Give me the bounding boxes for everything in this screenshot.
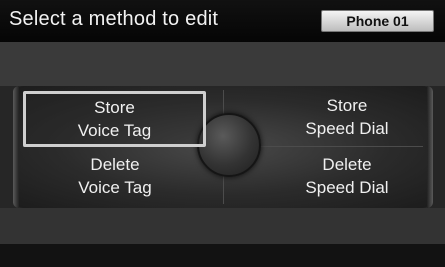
option-label-line2: Voice Tag — [77, 121, 152, 140]
top-band — [0, 42, 445, 86]
option-label-line1: Store — [94, 98, 135, 117]
selector-knob-icon[interactable] — [197, 113, 261, 177]
store-voice-tag-button[interactable]: Store Voice Tag — [23, 91, 206, 147]
bottom-strip — [0, 244, 445, 267]
option-label-line1: Delete — [90, 155, 140, 174]
page-title: Select a method to edit — [9, 8, 219, 30]
panel-left-edge — [13, 86, 19, 208]
phone-badge: Phone 01 — [321, 10, 434, 32]
option-label-line1: Store — [326, 96, 368, 115]
option-label-line2: Voice Tag — [78, 178, 152, 197]
delete-voice-tag-button[interactable]: Delete Voice Tag — [30, 150, 200, 202]
header-bar: Select a method to edit Phone 01 — [0, 0, 445, 42]
phone-edit-screen: Select a method to edit Phone 01 Store V… — [0, 0, 445, 267]
option-label-line2: Speed Dial — [305, 119, 389, 138]
option-label-line1: Delete — [322, 155, 372, 174]
store-speed-dial-button[interactable]: Store Speed Dial — [262, 91, 432, 143]
delete-speed-dial-button[interactable]: Delete Speed Dial — [262, 150, 432, 202]
option-label-line2: Speed Dial — [305, 178, 389, 197]
footer-band — [0, 208, 445, 244]
